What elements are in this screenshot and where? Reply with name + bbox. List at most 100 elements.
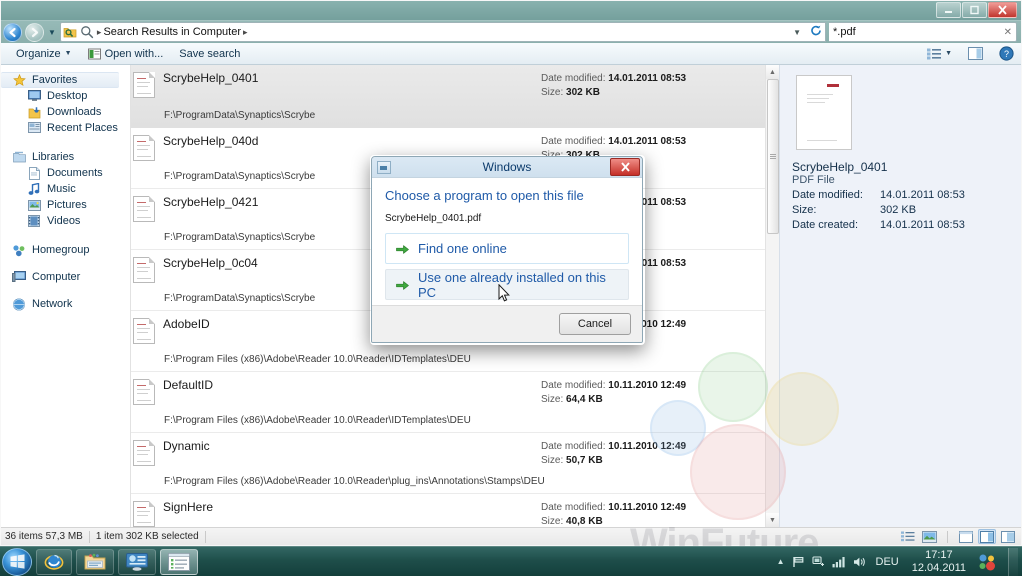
size-value: 50,7 KB (566, 455, 603, 466)
date-modified-label: Date modified: (541, 441, 606, 452)
organize-button[interactable]: Organize ▼ (9, 46, 79, 62)
dialog-option-label: Use one already installed on this PC (418, 269, 606, 300)
cancel-button[interactable]: Cancel (559, 313, 631, 336)
clear-search-icon[interactable]: ✕ (1001, 27, 1012, 38)
pdf-file-icon (133, 318, 155, 344)
breadcrumb-separator-end[interactable]: ▸ (243, 27, 248, 38)
clock-time: 17:17 (925, 548, 953, 561)
status-divider (947, 530, 948, 543)
sidebar-item-network[interactable]: Network (1, 296, 130, 312)
sidebar-label: Computer (32, 271, 81, 283)
volume-icon[interactable] (853, 556, 867, 568)
downloads-icon (26, 104, 42, 120)
help-icon: ? (999, 46, 1014, 61)
sidebar-item-libraries[interactable]: Libraries (1, 149, 130, 165)
open-with-button[interactable]: Open with... (81, 46, 171, 62)
sidebar-item-favorites[interactable]: Favorites (1, 72, 119, 88)
clock[interactable]: 17:17 12.04.2011 (908, 549, 970, 575)
dialog-title-bar[interactable]: Windows (372, 157, 642, 179)
save-search-button[interactable]: Save search (172, 46, 247, 62)
preview-pane-toggle[interactable] (999, 529, 1017, 544)
table-row[interactable]: Dynamic Date modified: 10.11.2010 12:49 … (131, 433, 765, 494)
scrollbar-track[interactable] (766, 79, 780, 513)
dialog-option-find-online[interactable]: Find one online (385, 233, 629, 265)
window-controls (936, 2, 1017, 18)
address-dropdown-icon[interactable]: ▼ (789, 28, 805, 37)
sidebar-item-desktop[interactable]: Desktop (1, 88, 130, 104)
pdf-file-icon (133, 257, 155, 283)
size-value: 302 KB (566, 87, 600, 98)
scrollbar-thumb[interactable] (766, 79, 779, 234)
network-icon (11, 296, 27, 312)
libraries-icon (11, 149, 27, 165)
network-tray-icon[interactable] (811, 555, 825, 568)
help-button[interactable]: ? (992, 44, 1021, 63)
search-icon (80, 25, 95, 40)
organize-label: Organize (16, 47, 61, 60)
date-modified-label: Date modified: (541, 502, 606, 513)
language-indicator[interactable]: DEU (874, 556, 901, 568)
pdf-file-icon (133, 196, 155, 222)
sidebar-item-music[interactable]: Music (1, 181, 130, 197)
taskbar-explorer-window[interactable] (160, 548, 198, 575)
search-input[interactable] (833, 26, 1001, 38)
sidebar-item-documents[interactable]: Documents (1, 165, 130, 181)
vertical-scrollbar[interactable]: ▲ ▼ (765, 65, 779, 527)
action-center-flag-icon[interactable] (792, 556, 805, 568)
breadcrumb-text[interactable]: Search Results in Computer (103, 26, 241, 38)
table-row[interactable]: ScrybeHelp_0401 Date modified: 14.01.201… (131, 65, 765, 128)
sidebar-item-homegroup[interactable]: Homegroup (1, 242, 130, 258)
sidebar-label: Desktop (47, 90, 88, 102)
sidebar-label: Recent Places (47, 122, 118, 134)
search-box[interactable]: ✕ (829, 22, 1017, 42)
nav-section-libraries: Libraries Documents Music Pictures Video… (1, 149, 130, 229)
recent-places-icon (26, 120, 42, 136)
breadcrumb[interactable]: ▸ Search Results in Computer ▸ ▼ (59, 22, 826, 42)
change-view-button[interactable]: ▼ (920, 46, 959, 62)
preview-pane-icon (968, 47, 983, 60)
back-button[interactable] (3, 22, 22, 42)
status-divider (204, 530, 206, 543)
scroll-up-arrow[interactable]: ▲ (765, 65, 779, 79)
taskbar-internet-explorer[interactable] (36, 548, 72, 575)
details-label: Date modified: (792, 189, 863, 201)
size-value: 40,8 KB (566, 516, 603, 527)
details-pane-button[interactable] (978, 529, 996, 544)
title-bar[interactable] (1, 1, 1021, 21)
chevron-down-icon: ▼ (64, 50, 72, 57)
large-icons-view-button[interactable] (920, 529, 938, 544)
maximize-button[interactable] (962, 2, 987, 18)
sidebar-item-computer[interactable]: Computer (1, 269, 130, 285)
pane-off-button[interactable] (957, 529, 975, 544)
refresh-icon[interactable] (807, 24, 823, 41)
sidebar-item-pictures[interactable]: Pictures (1, 197, 130, 213)
tray-app-icon[interactable] (977, 552, 997, 572)
dialog-close-button[interactable] (610, 158, 640, 176)
file-path: F:\ProgramData\Synaptics\Scrybe (164, 232, 316, 243)
star-icon (11, 72, 27, 88)
sidebar-item-downloads[interactable]: Downloads (1, 104, 130, 120)
start-button[interactable] (2, 547, 32, 576)
taskbar-windows-explorer[interactable] (76, 548, 114, 575)
taskbar-media-center[interactable] (118, 548, 156, 575)
show-desktop-button[interactable] (1008, 547, 1018, 576)
signal-bars-icon[interactable] (832, 556, 846, 568)
preview-pane-button[interactable] (961, 45, 990, 62)
show-hidden-icons-button[interactable]: ▲ (777, 557, 785, 566)
chevron-down-icon[interactable]: ▼ (47, 28, 57, 37)
details-view-button[interactable] (899, 529, 917, 544)
details-filename: ScrybeHelp_0401 (792, 160, 888, 174)
taskbar: ▲ DEU 17:17 12.04.2011 (0, 546, 1022, 576)
file-preview-thumbnail (796, 75, 852, 150)
minimize-button[interactable] (936, 2, 961, 18)
pdf-file-icon (133, 440, 155, 466)
forward-button[interactable] (25, 22, 44, 42)
date-modified-value: 10.11.2010 12:49 (608, 502, 687, 513)
sidebar-item-videos[interactable]: Videos (1, 213, 130, 229)
table-row[interactable]: DefaultID Date modified: 10.11.2010 12:4… (131, 372, 765, 433)
close-button[interactable] (988, 2, 1017, 18)
sidebar-item-recent-places[interactable]: Recent Places (1, 120, 130, 136)
size-label: Size: (541, 394, 564, 405)
computer-icon (11, 269, 27, 285)
date-modified-value: 14.01.2011 08:53 (608, 136, 687, 147)
